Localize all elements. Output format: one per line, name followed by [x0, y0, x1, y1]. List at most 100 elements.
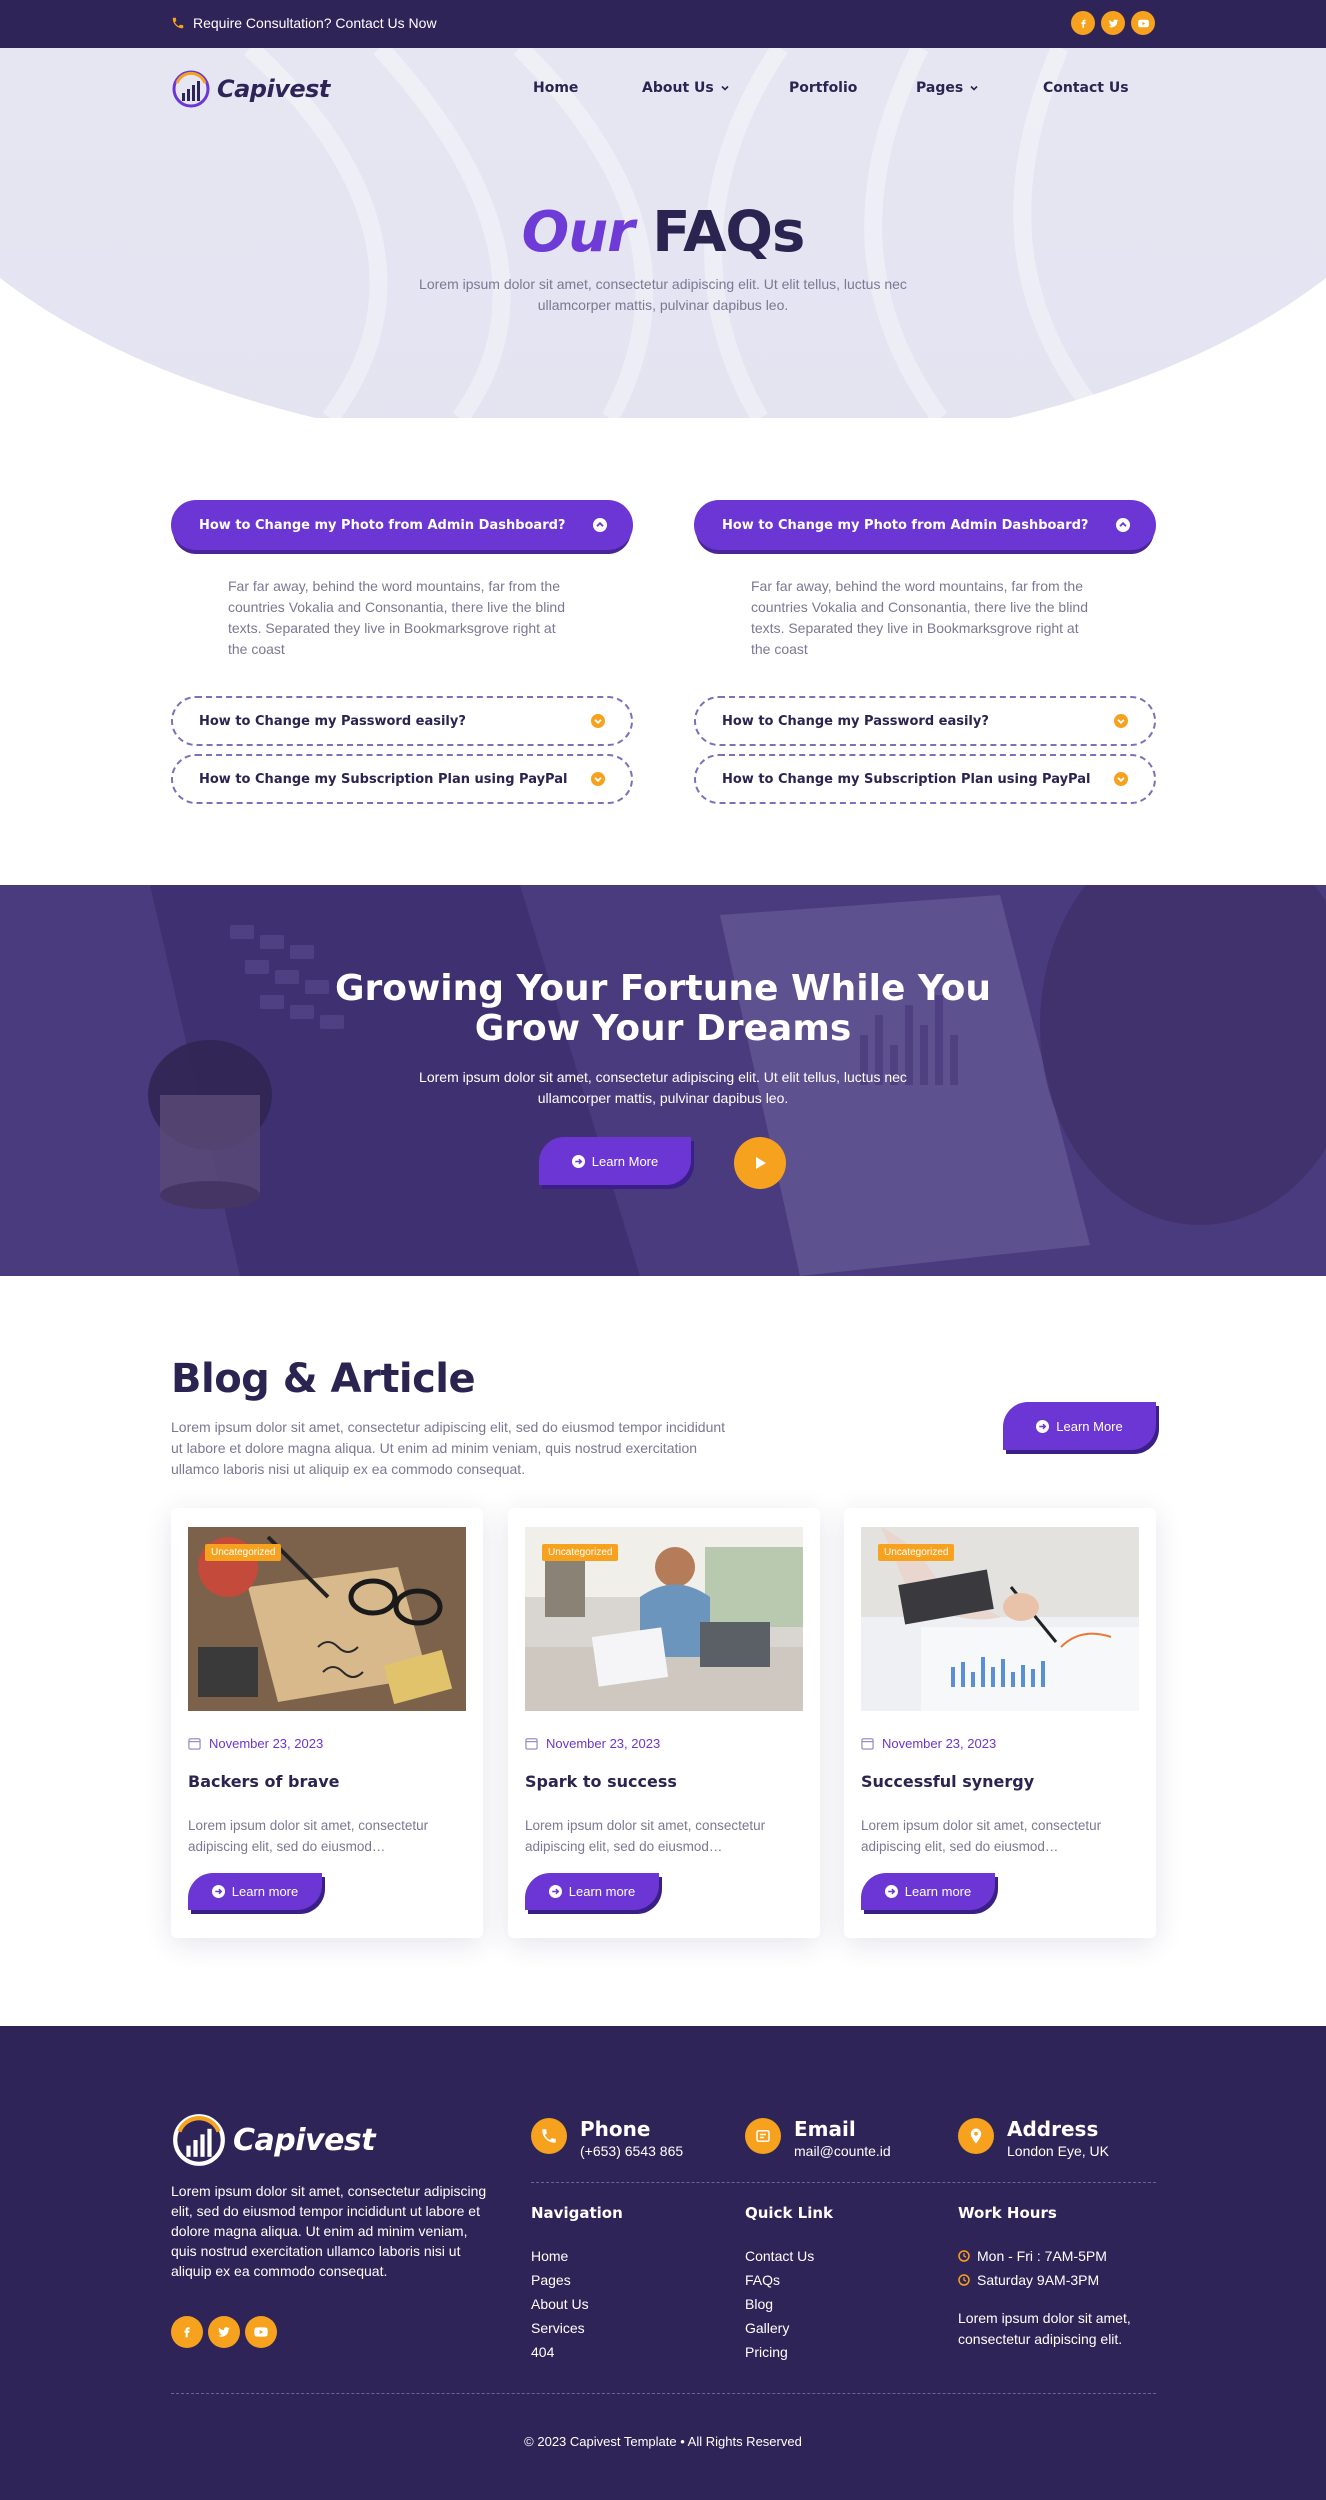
blog-learn-more-button[interactable]: Learn More [1003, 1402, 1156, 1450]
faq-item-closed[interactable]: How to Change my Password easily? [694, 696, 1156, 746]
post-excerpt: Lorem ipsum dolor sit amet, consectetur … [861, 1818, 1102, 1854]
footer: Capivest Lorem ipsum dolor sit amet, con… [0, 2026, 1326, 2500]
footer-link[interactable]: Services [531, 2316, 623, 2340]
arrow-right-circle-icon [548, 1885, 562, 1898]
card-learn-more-button[interactable]: Learn more [525, 1873, 659, 1910]
contact-value: London Eye, UK [1007, 2143, 1109, 2159]
logo-icon [173, 2114, 225, 2166]
post-title[interactable]: Spark to success [525, 1772, 677, 1791]
nav-pages[interactable]: Pages [916, 80, 979, 96]
faq-item-open[interactable]: How to Change my Photo from Admin Dashbo… [694, 500, 1156, 550]
faq-question: How to Change my Subscription Plan using… [199, 771, 568, 787]
play-video-button[interactable] [734, 1137, 786, 1189]
youtube-icon[interactable] [245, 2316, 277, 2348]
footer-quick-links: Quick Link Contact Us FAQs Blog Gallery … [745, 2204, 833, 2364]
faq-item-open[interactable]: How to Change my Photo from Admin Dashbo… [171, 500, 633, 550]
arrow-right-circle-icon [211, 1885, 225, 1898]
nav-label: Portfolio [789, 80, 858, 96]
footer-link[interactable]: Pages [531, 2268, 623, 2292]
nav-portfolio[interactable]: Portfolio [789, 80, 857, 96]
footer-link[interactable]: Gallery [745, 2316, 833, 2340]
work-hours-line: Saturday 9AM-3PM [958, 2268, 1158, 2292]
brand-name: Capivest [233, 2122, 376, 2158]
copyright-text: © 2023 Capivest Template • All Rights Re… [524, 2434, 802, 2449]
category-badge[interactable]: Uncategorized [205, 1544, 282, 1561]
work-hours-note: Lorem ipsum dolor sit amet, consectetur … [958, 2310, 1131, 2347]
faq-question: How to Change my Photo from Admin Dashbo… [199, 517, 566, 533]
footer-link[interactable]: Home [531, 2244, 623, 2268]
footer-link[interactable]: Pricing [745, 2340, 833, 2364]
email-icon [745, 2118, 781, 2154]
faq-answer: Far far away, behind the word mountains,… [751, 578, 1088, 657]
faq-question: How to Change my Password easily? [199, 713, 466, 729]
category-badge[interactable]: Uncategorized [542, 1544, 619, 1561]
post-title[interactable]: Successful synergy [861, 1772, 1034, 1791]
faq-item-closed[interactable]: How to Change my Subscription Plan using… [694, 754, 1156, 804]
cta-title-line: Grow Your Dreams [474, 1008, 852, 1049]
play-icon [756, 1157, 766, 1169]
footer-brand-logo[interactable]: Capivest [171, 2112, 376, 2168]
button-label: Learn more [231, 1884, 299, 1899]
footer-column-title: Work Hours [958, 2204, 1057, 2222]
top-social-links [1071, 11, 1155, 35]
hero-subtitle: Lorem ipsum dolor sit amet, consectetur … [419, 276, 907, 313]
post-title[interactable]: Backers of brave [188, 1772, 339, 1791]
card-learn-more-button[interactable]: Learn more [861, 1873, 995, 1910]
footer-link[interactable]: Contact Us [745, 2244, 833, 2268]
twitter-icon[interactable] [1101, 11, 1125, 35]
map-pin-icon [958, 2118, 994, 2154]
youtube-icon[interactable] [1131, 11, 1155, 35]
contact-value[interactable]: mail@counte.id [794, 2143, 891, 2159]
blog-section-title: Blog & Article [171, 1356, 476, 1402]
arrow-right-circle-icon [571, 1154, 585, 1168]
nav-about-us[interactable]: About Us [642, 80, 730, 96]
post-excerpt: Lorem ipsum dolor sit amet, consectetur … [525, 1818, 766, 1854]
post-date: November 23, 2023 [861, 1736, 996, 1751]
consultation-link[interactable]: Require Consultation? Contact Us Now [171, 15, 437, 31]
button-label: Learn More [591, 1153, 659, 1169]
nav-contact-us[interactable]: Contact Us [1043, 80, 1129, 96]
contact-label: Address [1007, 2117, 1099, 2141]
nav-home[interactable]: Home [533, 80, 578, 96]
faq-answer: Far far away, behind the word mountains,… [228, 578, 565, 657]
nav-label: About Us [642, 80, 714, 96]
post-date: November 23, 2023 [525, 1736, 660, 1751]
footer-link[interactable]: Blog [745, 2292, 833, 2316]
facebook-icon[interactable] [171, 2316, 203, 2348]
footer-work-hours: Work Hours Mon - Fri : 7AM-5PM Saturday … [958, 2204, 1158, 2350]
chevron-up-circle-icon [1116, 518, 1130, 532]
button-label: Learn More [1056, 1418, 1123, 1434]
faq-item-closed[interactable]: How to Change my Subscription Plan using… [171, 754, 633, 804]
blog-card-image[interactable]: Uncategorized [861, 1527, 1139, 1711]
facebook-icon[interactable] [1071, 11, 1095, 35]
chevron-down-icon [970, 85, 978, 91]
card-learn-more-button[interactable]: Learn more [188, 1873, 322, 1910]
chevron-down-circle-icon [591, 772, 605, 786]
blog-card-image[interactable]: Uncategorized [525, 1527, 803, 1711]
category-badge[interactable]: Uncategorized [878, 1544, 955, 1561]
faq-question: How to Change my Photo from Admin Dashbo… [722, 517, 1089, 533]
faq-item-closed[interactable]: How to Change my Password easily? [171, 696, 633, 746]
faq-column-right: How to Change my Photo from Admin Dashbo… [694, 500, 1156, 804]
footer-divider [531, 2182, 1156, 2183]
footer-column-title: Quick Link [745, 2204, 834, 2222]
chevron-down-circle-icon [591, 714, 605, 728]
twitter-icon[interactable] [208, 2316, 240, 2348]
work-hours-text: Mon - Fri : 7AM-5PM [977, 2248, 1107, 2264]
faq-question: How to Change my Password easily? [722, 713, 989, 729]
footer-link[interactable]: 404 [531, 2340, 623, 2364]
footer-link[interactable]: About Us [531, 2292, 623, 2316]
contact-value[interactable]: (+653) 6543 865 [580, 2143, 683, 2159]
consultation-text: Require Consultation? Contact Us Now [193, 15, 437, 31]
title-main: FAQs [652, 200, 805, 265]
arrow-right-circle-icon [884, 1885, 898, 1898]
hero-section: Capivest Home About Us Portfolio Pages C… [0, 48, 1326, 418]
blog-card-image[interactable]: Uncategorized [188, 1527, 466, 1711]
footer-social-links [171, 2316, 277, 2348]
button-label: Learn more [904, 1884, 972, 1899]
faq-column-left: How to Change my Photo from Admin Dashbo… [171, 500, 633, 804]
cta-learn-more-button[interactable]: Learn More [539, 1137, 691, 1185]
chevron-down-icon [721, 85, 729, 91]
nav-label: Home [533, 80, 579, 96]
footer-link[interactable]: FAQs [745, 2268, 833, 2292]
